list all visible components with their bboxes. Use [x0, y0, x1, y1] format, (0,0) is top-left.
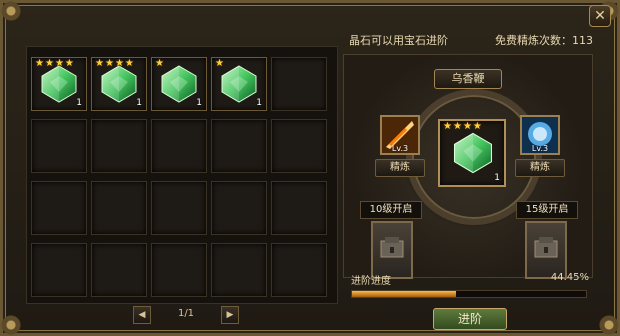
equipped-gem-slot[interactable]: ★ ★ ★ ★ 1: [438, 119, 506, 187]
skill-level: Lv.3: [391, 144, 409, 153]
star-icon: ★: [35, 58, 44, 69]
star-icon: ★: [452, 121, 462, 132]
item-count: 1: [76, 98, 82, 108]
refine-button-left[interactable]: 精炼: [375, 159, 425, 177]
star-icon: ★: [64, 58, 74, 69]
inventory-empty-slot[interactable]: [271, 243, 327, 297]
inventory-gem-slot[interactable]: ★ ★ ★ ★ 1: [31, 57, 87, 111]
star-rating: ★ ★ ★ ★: [443, 122, 482, 132]
inventory-empty-slot[interactable]: [91, 119, 147, 173]
star-icon: ★: [472, 121, 482, 132]
upgrade-area: 乌香鞭 ★ ★ ★ ★ 1 Lv.3 精炼 Lv.3 精炼 10级开启 15级开…: [343, 54, 593, 279]
advance-button[interactable]: 进阶: [433, 308, 507, 330]
inventory-empty-slot[interactable]: [151, 243, 207, 297]
item-count: 1: [494, 173, 500, 183]
star-rating: ★: [155, 59, 164, 69]
inventory-empty-slot[interactable]: [211, 243, 267, 297]
unlock-level-left: 10级开启: [360, 201, 422, 219]
close-icon: ✕: [594, 8, 606, 24]
locked-slot-left[interactable]: [371, 221, 413, 279]
item-count: 1: [256, 98, 262, 108]
inventory-empty-slot[interactable]: [151, 181, 207, 235]
inventory-empty-slot[interactable]: [211, 119, 267, 173]
progress-fill: [352, 291, 456, 297]
item-name: 乌香鞭: [434, 69, 502, 89]
inventory-empty-slot[interactable]: [91, 243, 147, 297]
inventory-empty-slot[interactable]: [271, 57, 327, 111]
star-icon: ★: [104, 58, 114, 69]
star-rating: ★: [215, 59, 224, 69]
inventory-empty-slot[interactable]: [31, 119, 87, 173]
star-icon: ★: [114, 58, 124, 69]
corner-ornament-icon: [1, 1, 21, 21]
skill-slot-right[interactable]: Lv.3: [520, 115, 560, 155]
corner-ornament-icon: [1, 315, 21, 335]
free-refine-count: 免费精炼次数：113: [495, 34, 593, 47]
inventory-gem-slot[interactable]: ★ 1: [211, 57, 267, 111]
inventory-panel: ★ ★ ★ ★ 1 ★ ★ ★ ★ 1 ★ 1 ★ 1: [26, 46, 338, 304]
locked-slot-right[interactable]: [525, 221, 567, 279]
inventory-gem-slot[interactable]: ★ 1: [151, 57, 207, 111]
progress-percent: 44.45%: [550, 272, 589, 283]
unlock-level-right: 15级开启: [516, 201, 578, 219]
lock-chest-icon: [534, 237, 558, 258]
skill-level: Lv.3: [531, 144, 549, 153]
inventory-empty-slot[interactable]: [31, 181, 87, 235]
star-rating: ★ ★ ★ ★: [35, 59, 74, 69]
inventory-empty-slot[interactable]: [151, 119, 207, 173]
inventory-empty-slot[interactable]: [271, 181, 327, 235]
item-count: 1: [136, 98, 142, 108]
star-icon: ★: [124, 58, 134, 69]
star-icon: ★: [462, 121, 472, 132]
star-icon: ★: [54, 58, 64, 69]
inventory-empty-slot[interactable]: [91, 181, 147, 235]
star-icon: ★: [443, 121, 452, 132]
star-icon: ★: [44, 58, 54, 69]
upgrade-panel: 晶石可以用宝石进阶 免费精炼次数：113 乌香鞭 ★ ★ ★ ★ 1 Lv.3 …: [341, 28, 593, 330]
skill-slot-left[interactable]: Lv.3: [380, 115, 420, 155]
next-page-button[interactable]: ▶: [221, 306, 239, 324]
star-icon: ★: [95, 58, 104, 69]
pager: ◀ 1/1 ▶: [133, 306, 239, 324]
inventory-gem-slot[interactable]: ★ ★ ★ ★ 1: [91, 57, 147, 111]
corner-ornament-icon: [599, 315, 619, 335]
lock-chest-icon: [380, 237, 404, 258]
star-icon: ★: [155, 58, 164, 69]
inventory-empty-slot[interactable]: [211, 181, 267, 235]
progress-label: 进阶进度: [351, 276, 391, 287]
star-icon: ★: [215, 58, 224, 69]
refine-button-right[interactable]: 精炼: [515, 159, 565, 177]
arrow-right-icon: ▶: [226, 310, 234, 320]
gem-icon: [453, 132, 493, 174]
inventory-empty-slot[interactable]: [271, 119, 327, 173]
inventory-empty-slot[interactable]: [31, 243, 87, 297]
item-count: 1: [196, 98, 202, 108]
hint-text: 晶石可以用宝石进阶: [349, 34, 448, 47]
upgrade-progress-bar: [351, 290, 587, 298]
star-rating: ★ ★ ★ ★: [95, 59, 134, 69]
close-button[interactable]: ✕: [589, 5, 611, 27]
